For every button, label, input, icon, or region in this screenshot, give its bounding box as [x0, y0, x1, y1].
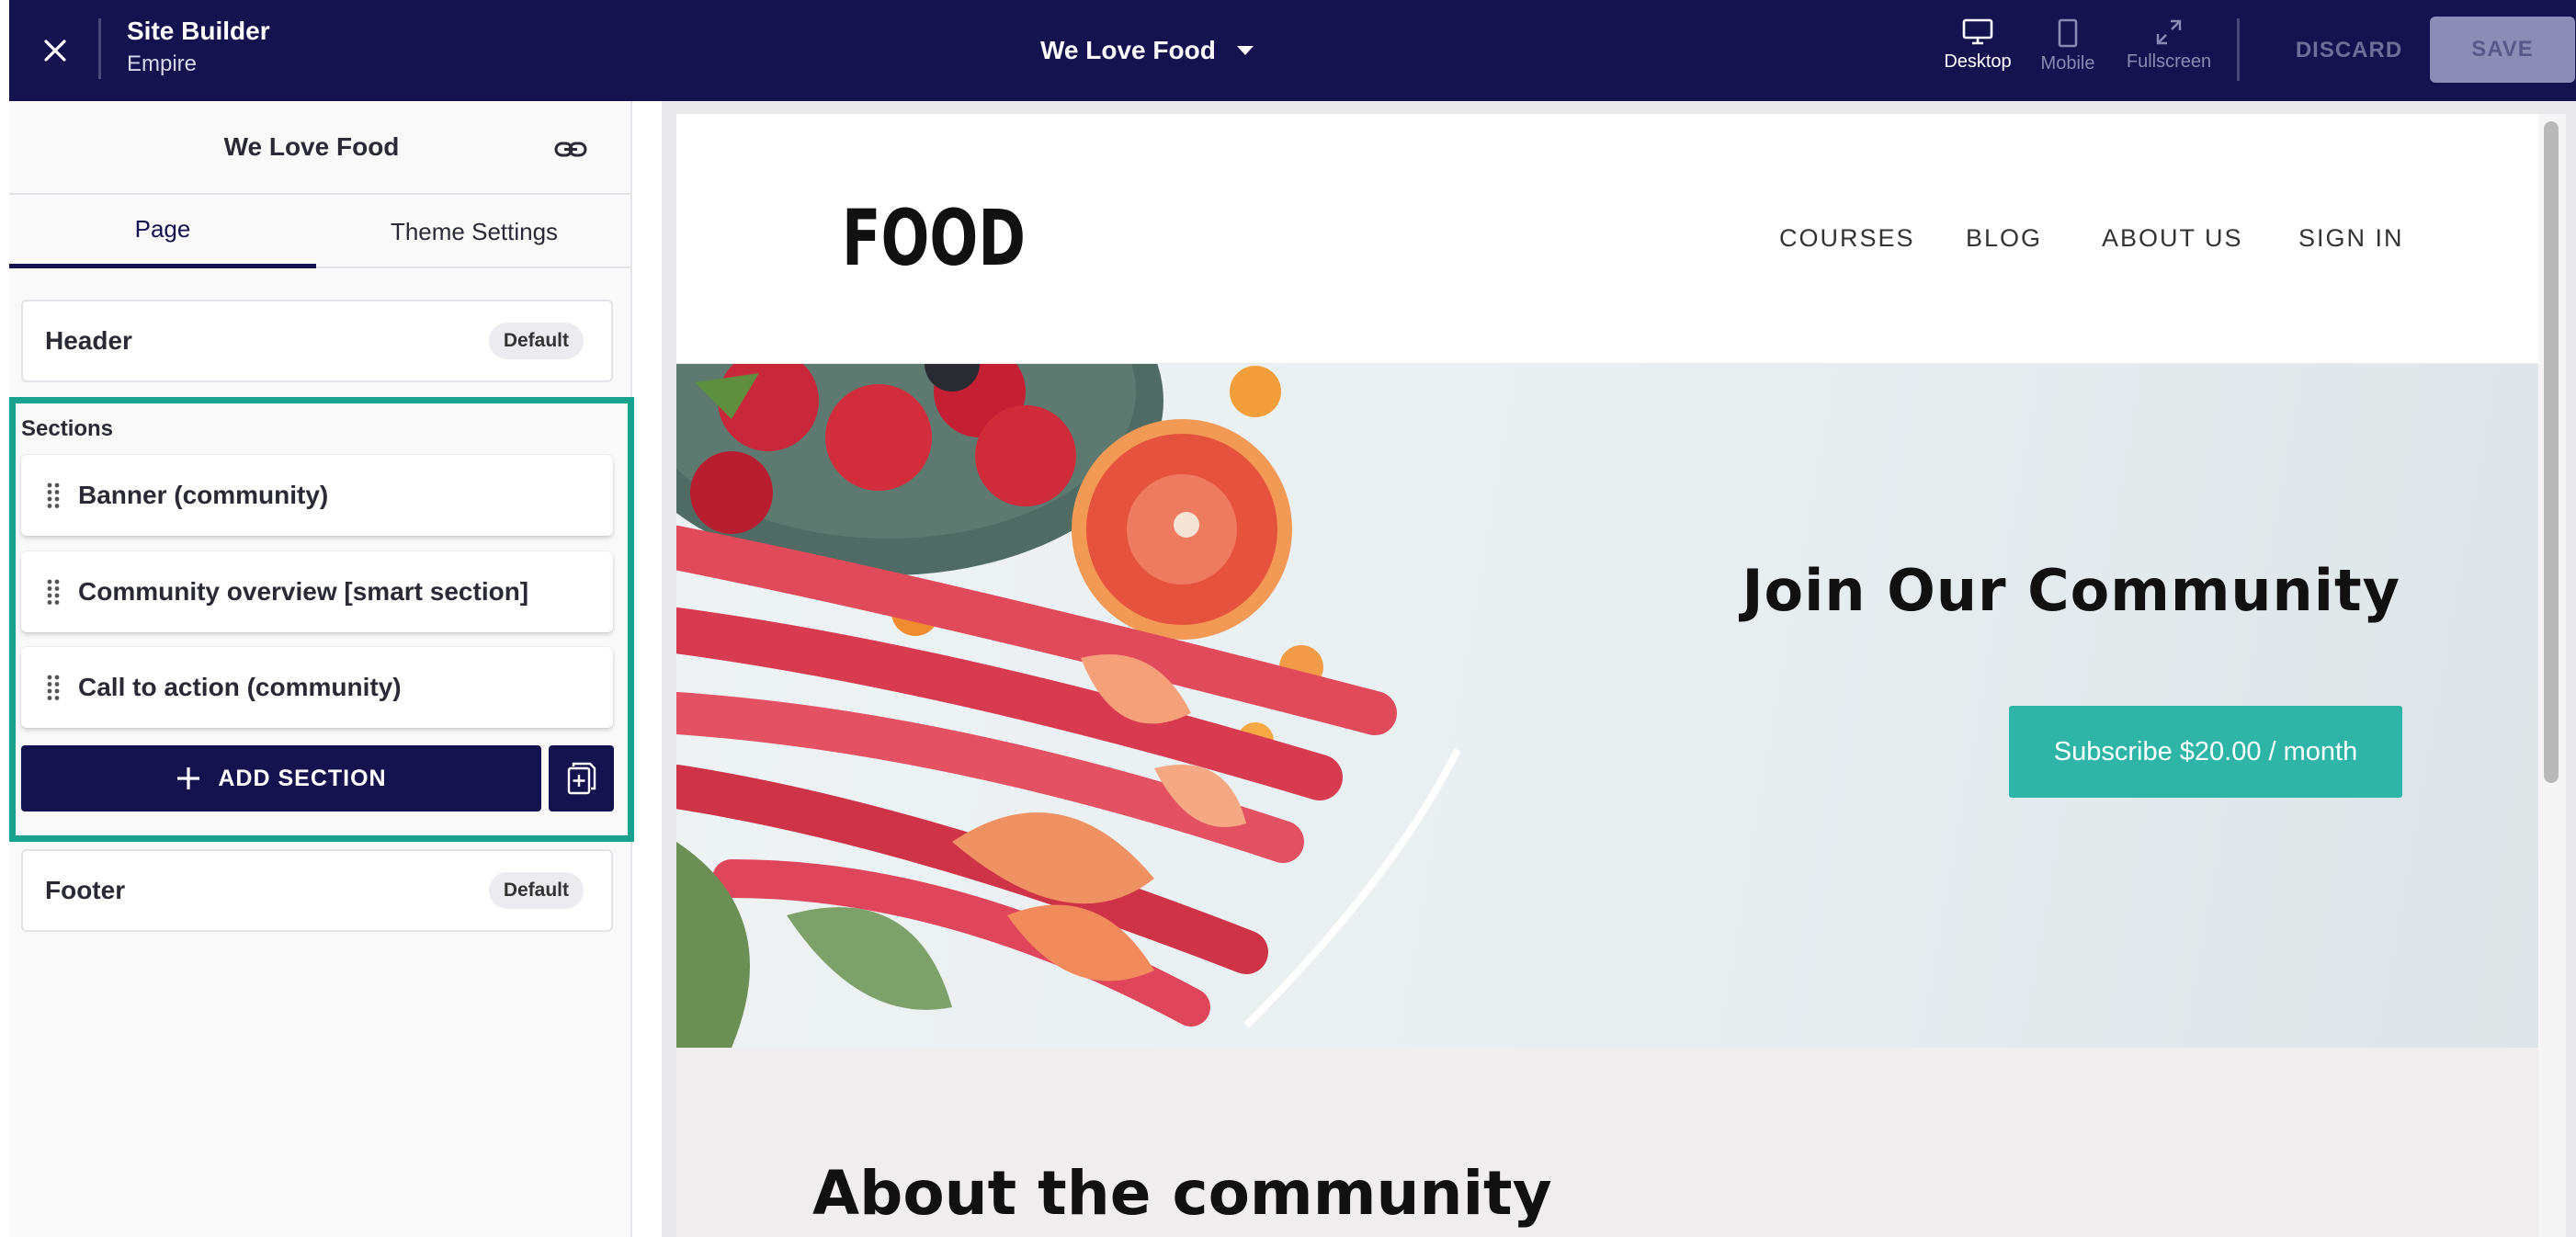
close-button[interactable]: [32, 28, 78, 74]
about-section: About the community: [676, 1048, 2538, 1237]
view-fullscreen-label: Fullscreen: [2126, 51, 2212, 72]
add-section-button[interactable]: ADD SECTION: [21, 745, 541, 811]
banner-title: Join Our Community: [1742, 557, 2400, 624]
banner-food-image: [676, 364, 1461, 1048]
drag-handle-icon[interactable]: [45, 482, 62, 509]
section-label: Community overview [smart section]: [78, 577, 529, 606]
app-title: Site Builder: [127, 17, 270, 45]
site-preview: FOOD COURSES BLOG ABOUT US SIGN IN Join …: [676, 114, 2538, 1237]
sections-title: Sections: [21, 416, 114, 441]
nav-sign-in-link[interactable]: SIGN IN: [2298, 224, 2404, 253]
discard-button[interactable]: DISCARD: [2287, 31, 2411, 70]
copy-link-button[interactable]: [551, 131, 590, 169]
subscribe-button[interactable]: Subscribe $20.00 / month: [2009, 706, 2402, 798]
plus-icon: [177, 767, 200, 789]
preview-scrollbar-thumb[interactable]: [2544, 121, 2559, 783]
fullscreen-icon: [2156, 19, 2182, 45]
link-icon: [554, 142, 587, 157]
site-selector[interactable]: We Love Food: [1040, 28, 1254, 74]
nav-about-us-link[interactable]: ABOUT US: [2102, 224, 2243, 253]
about-title: About the community: [812, 1158, 1552, 1229]
svg-text:FOOD: FOOD: [842, 193, 1026, 283]
tab-theme-settings[interactable]: Theme Settings: [316, 195, 632, 268]
site-selector-label: We Love Food: [1040, 36, 1216, 64]
app-subtitle: Empire: [127, 51, 198, 76]
page-panel: We Love Food Page Theme Settings Header …: [9, 101, 634, 1237]
copy-add-icon: [567, 762, 596, 795]
section-label: Banner (community): [78, 481, 329, 509]
banner-section: Join Our Community Subscribe $20.00 / mo…: [676, 364, 2538, 1048]
close-icon: [44, 40, 66, 62]
nav-blog-link[interactable]: BLOG: [1966, 224, 2042, 253]
footer-card-label: Footer: [45, 876, 126, 904]
mobile-icon: [2058, 18, 2078, 48]
add-from-template-button[interactable]: [549, 745, 614, 811]
panel-header: We Love Food: [9, 101, 632, 195]
panel-site-name: We Love Food: [223, 132, 400, 161]
desktop-icon: [1962, 18, 1993, 45]
divider: [2237, 18, 2240, 81]
drag-handle-icon[interactable]: [45, 578, 62, 606]
chevron-down-icon: [1236, 46, 1254, 55]
section-label: Call to action (community): [78, 673, 402, 701]
section-item[interactable]: Call to action (community): [21, 647, 613, 728]
view-fullscreen-button[interactable]: Fullscreen: [2121, 18, 2217, 83]
section-item[interactable]: Community overview [smart section]: [21, 551, 613, 632]
tab-page[interactable]: Page: [9, 195, 316, 268]
food-logo[interactable]: FOOD: [842, 191, 1026, 292]
top-bar: Site Builder Empire We Love Food Desktop…: [9, 0, 2576, 101]
header-card-label: Header: [45, 326, 132, 355]
drag-handle-icon[interactable]: [45, 674, 62, 701]
view-mobile-button[interactable]: Mobile: [2035, 18, 2101, 83]
view-desktop-button[interactable]: Desktop: [1936, 18, 2019, 83]
view-desktop-label: Desktop: [1944, 51, 2012, 72]
sections-group: Sections Banner (community) Community ov…: [9, 397, 634, 842]
default-badge: Default: [488, 872, 584, 909]
default-badge: Default: [488, 323, 584, 359]
view-mobile-label: Mobile: [2040, 53, 2095, 74]
footer-card[interactable]: Footer Default: [21, 849, 613, 932]
site-header: FOOD COURSES BLOG ABOUT US SIGN IN: [676, 114, 2538, 364]
section-item[interactable]: Banner (community): [21, 455, 613, 536]
save-button[interactable]: SAVE: [2430, 17, 2575, 83]
divider: [98, 18, 101, 79]
header-card[interactable]: Header Default: [21, 300, 613, 382]
add-section-label: ADD SECTION: [218, 765, 387, 791]
panel-tabs: Page Theme Settings: [9, 195, 632, 268]
nav-courses-link[interactable]: COURSES: [1779, 224, 1915, 253]
